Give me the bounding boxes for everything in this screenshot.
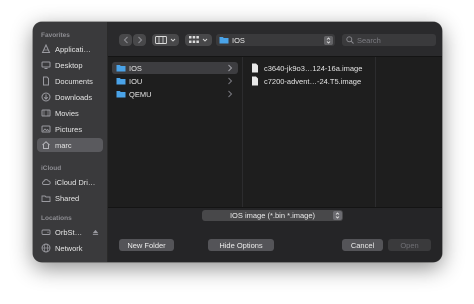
sidebar-item-documents[interactable]: Documents	[37, 74, 103, 88]
file-icon	[251, 63, 261, 73]
search-field[interactable]	[342, 34, 436, 46]
column-view-button[interactable]	[152, 34, 179, 46]
file-label: c7200-advent…-24.T5.image	[264, 76, 362, 86]
sidebar-item-movies[interactable]: Movies	[37, 106, 103, 120]
forward-button[interactable]	[133, 34, 146, 46]
sidebar-item-network[interactable]: Network	[37, 241, 103, 255]
sidebar-item-orbstack[interactable]: OrbSt…	[37, 225, 103, 239]
movies-icon	[41, 108, 51, 118]
new-folder-button[interactable]: New Folder	[119, 239, 174, 251]
sidebar-item-label: marc	[55, 140, 72, 150]
cloud-icon	[41, 177, 51, 187]
search-icon	[346, 36, 354, 44]
chevron-down-icon	[170, 38, 176, 42]
eject-icon[interactable]	[92, 229, 99, 236]
chevron-down-icon	[202, 38, 208, 42]
file-icon	[251, 76, 261, 86]
file-column: c3640-jk9o3…124-16a.image c7200-advent…-…	[243, 57, 376, 207]
shared-folder-icon	[41, 193, 51, 203]
cancel-button[interactable]: Cancel	[342, 239, 383, 251]
sidebar-item-desktop[interactable]: Desktop	[37, 58, 103, 72]
folder-row-qemu[interactable]: QEMU	[112, 88, 238, 100]
sidebar-item-home[interactable]: marc	[37, 138, 103, 152]
file-format-select[interactable]: IOS image (*.bin *.image)	[202, 210, 343, 221]
bottom-bar: IOS image (*.bin *.image) New Folder Hid…	[108, 207, 442, 262]
sidebar-item-label: Movies	[55, 108, 79, 118]
toolbar: IOS	[108, 22, 442, 57]
favorites-section-title: Favorites	[41, 32, 70, 39]
location-popup[interactable]: IOS	[216, 34, 335, 46]
folder-icon	[116, 89, 126, 99]
document-icon	[41, 76, 51, 86]
up-down-chevron-icon	[333, 211, 342, 220]
sidebar-item-downloads[interactable]: Downloads	[37, 90, 103, 104]
locations-section-title: Locations	[41, 215, 72, 222]
chevron-right-icon	[228, 77, 233, 85]
group-button[interactable]	[185, 34, 212, 46]
file-row[interactable]: c3640-jk9o3…124-16a.image	[247, 62, 375, 74]
sidebar-item-label: Pictures	[55, 124, 83, 134]
file-label: c3640-jk9o3…124-16a.image	[264, 63, 363, 73]
column-browser: IOS IOU QEMU c3640-jk9o3…124-16a.image c…	[108, 57, 442, 207]
sidebar-item-label: OrbSt…	[55, 227, 83, 237]
sidebar-item-label: Shared	[55, 193, 80, 203]
open-button[interactable]: Open	[388, 239, 431, 251]
desktop-icon	[41, 60, 51, 70]
file-format-label: IOS image (*.bin *.image)	[229, 211, 316, 220]
folder-row-iou[interactable]: IOU	[112, 75, 238, 87]
sidebar-item-pictures[interactable]: Pictures	[37, 122, 103, 136]
folder-icon	[116, 76, 126, 86]
chevron-right-icon	[137, 36, 142, 44]
downloads-icon	[41, 92, 51, 102]
open-file-dialog: Favorites Applicati… Desktop Documents D…	[33, 22, 442, 262]
folder-row-ios[interactable]: IOS	[112, 62, 238, 74]
search-input[interactable]	[357, 35, 427, 45]
columns-icon	[155, 36, 167, 44]
sidebar-item-label: Desktop	[55, 60, 83, 70]
home-icon	[41, 140, 51, 150]
sidebar-item-shared[interactable]: Shared	[37, 191, 103, 205]
sidebar-item-label: Network	[55, 243, 83, 253]
back-button[interactable]	[119, 34, 132, 46]
sidebar-item-label: Applicati…	[55, 44, 91, 54]
up-down-chevron-icon	[324, 35, 333, 45]
folder-label: IOU	[129, 76, 143, 86]
applications-icon	[41, 44, 51, 54]
sidebar-item-label: iCloud Dri…	[55, 177, 96, 187]
sidebar-item-icloud-drive[interactable]: iCloud Dri…	[37, 175, 103, 189]
folder-icon	[219, 37, 229, 44]
chevron-right-icon	[228, 64, 233, 72]
folder-label: IOS	[129, 63, 142, 73]
empty-column	[376, 57, 442, 207]
drive-icon	[41, 227, 51, 237]
chevron-right-icon	[228, 90, 233, 98]
sidebar: Favorites Applicati… Desktop Documents D…	[33, 22, 108, 262]
icloud-section-title: iCloud	[41, 165, 62, 172]
sidebar-item-label: Downloads	[55, 92, 93, 102]
pictures-icon	[41, 124, 51, 134]
chevron-left-icon	[123, 36, 128, 44]
grid-icon	[189, 36, 199, 43]
file-row[interactable]: c7200-advent…-24.T5.image	[247, 75, 375, 87]
current-folder-label: IOS	[232, 35, 245, 45]
sidebar-item-applications[interactable]: Applicati…	[37, 42, 103, 56]
sidebar-item-label: Documents	[55, 76, 93, 86]
folder-icon	[116, 63, 126, 73]
hide-options-button[interactable]: Hide Options	[208, 239, 274, 251]
folder-column: IOS IOU QEMU	[108, 57, 243, 207]
folder-label: QEMU	[129, 89, 152, 99]
network-icon	[41, 243, 51, 253]
